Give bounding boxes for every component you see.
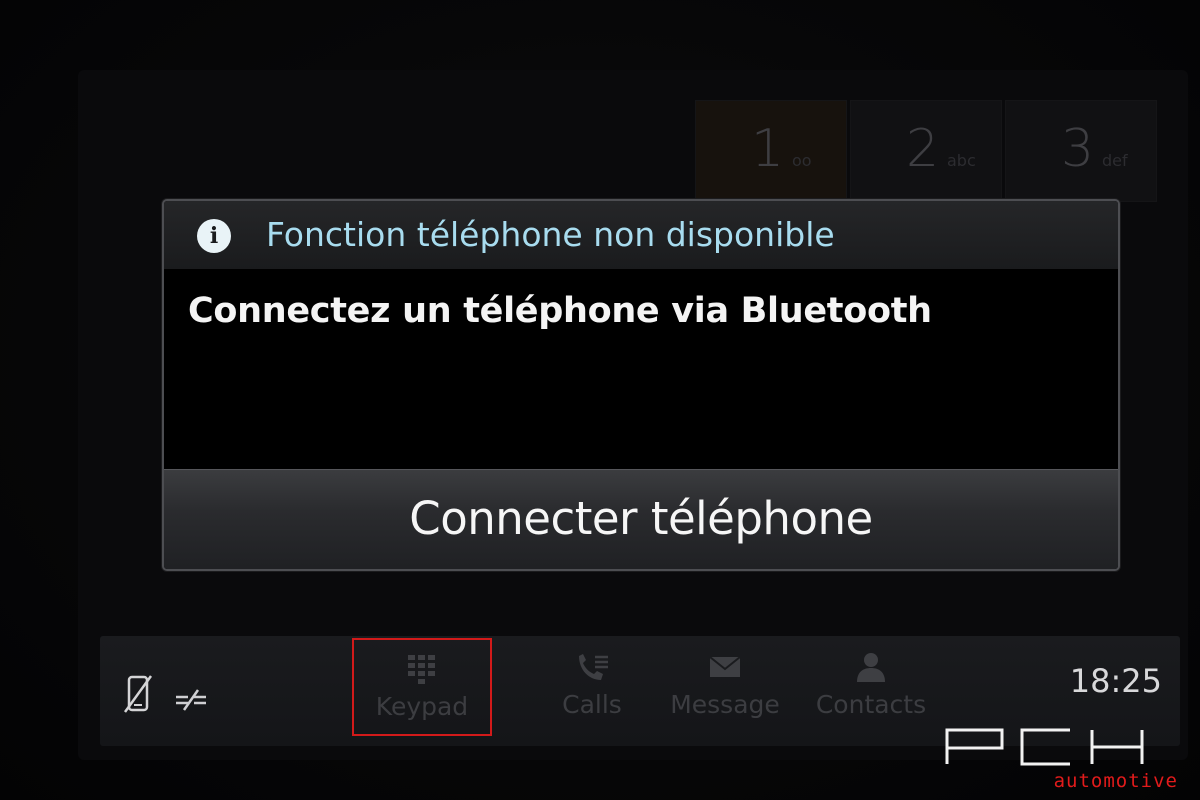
watermark-subtitle: automotive [1053,770,1178,792]
key-digit: 1 [751,119,785,179]
key-letters: oo [792,151,812,170]
dialog-title: Fonction téléphone non disponible [266,215,835,254]
pch-automotive-watermark: automotive [942,724,1192,794]
phone-disconnected-icon [123,675,153,713]
tab-keypad[interactable]: Keypad [352,638,492,736]
keypad-key-1[interactable]: 1 oo [695,100,847,202]
clock: 18:25 [1069,662,1162,700]
connect-phone-button[interactable]: Connecter téléphone [164,469,1118,569]
contacts-icon [857,653,885,682]
keypad-key-2[interactable]: 2 abc [850,100,1002,202]
key-digit: 3 [1061,119,1095,179]
tab-contacts[interactable]: Contacts [806,638,936,736]
bluetooth-disconnected-icon [176,689,206,711]
pch-logo [945,728,1144,766]
key-letters: abc [947,151,976,170]
tab-contacts-label: Contacts [815,690,927,719]
tab-calls-label: Calls [562,690,622,719]
car-infotainment-screen: 1 oo 2 abc 3 def i Fonction téléphone no… [0,0,1200,800]
tab-calls[interactable]: Calls [532,638,652,736]
info-icon: i [197,219,231,253]
key-letters: def [1102,151,1128,170]
tab-message[interactable]: Message [660,638,790,736]
message-icon [709,656,741,677]
dialog-message: Connectez un téléphone via Bluetooth [188,291,932,331]
key-digit: 2 [906,119,940,179]
calls-icon [579,654,608,680]
tab-message-label: Message [670,690,780,719]
keypad-key-3[interactable]: 3 def [1005,100,1157,202]
dialog-header: i Fonction téléphone non disponible [164,201,1118,269]
phone-unavailable-dialog: i Fonction téléphone non disponible Conn… [162,199,1120,571]
connect-phone-button-label: Connecter téléphone [409,492,873,545]
tab-keypad-label: Keypad [375,692,469,721]
keypad-icon [408,655,435,684]
